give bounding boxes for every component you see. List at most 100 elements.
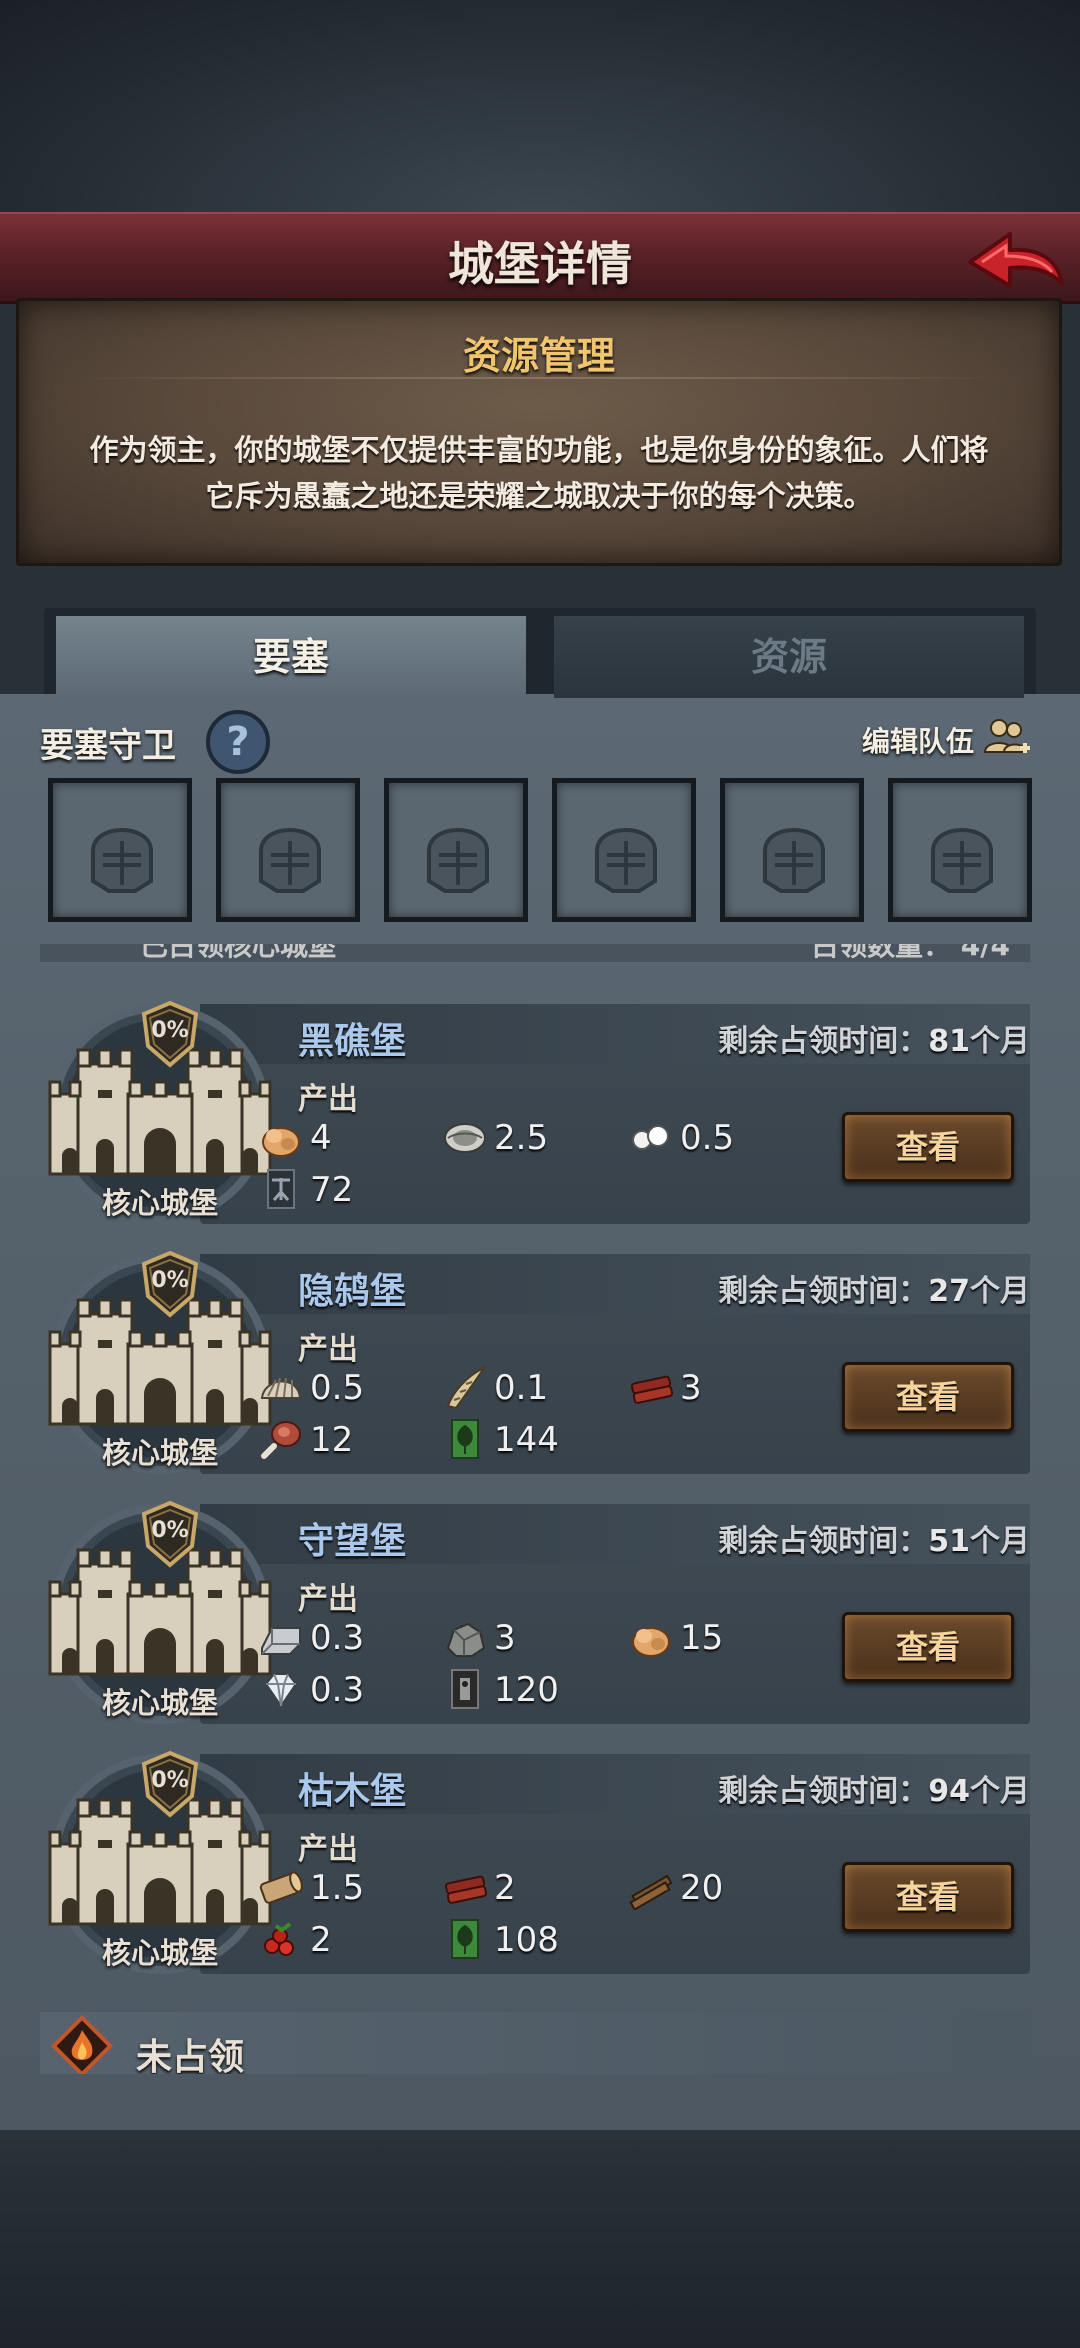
guard-slot-1[interactable] [48, 778, 192, 922]
remaining-time-unit: 个月 [970, 1024, 1030, 1059]
produce-label: 产出 [298, 1582, 358, 1617]
view-button[interactable]: 查看 [842, 1112, 1014, 1182]
resource-item: 0.5 [258, 1364, 418, 1410]
helmet-icon [259, 828, 321, 893]
banner-black-icon [267, 1169, 295, 1209]
resource-value: 3 [680, 1368, 702, 1408]
resource-item: 0.3 [258, 1614, 418, 1660]
help-icon: ? [226, 719, 250, 765]
plank-icon [629, 1874, 673, 1910]
diamond-icon [264, 1673, 298, 1708]
guard-slot-5[interactable] [720, 778, 864, 922]
resource-item: 0.3 [258, 1666, 418, 1712]
guard-title: 要塞守卫 [40, 726, 176, 766]
stone-icon [446, 1622, 486, 1657]
helmet-icon [763, 828, 825, 893]
resource-value: 2.5 [494, 1118, 549, 1158]
castle-card: 0% 核心城堡 黑礁堡 剩余占领时间：81个月 产出 4 2.5 0.5 72 … [40, 1000, 1030, 1234]
remaining-time-value: 51 [928, 1524, 970, 1559]
core-castle-label: 核心城堡 [101, 1186, 218, 1220]
helmet-icon [931, 828, 993, 893]
castle-list[interactable]: 已占领核心城堡 占领数量： 4/4 0% 核心城堡 黑礁堡 剩余占领时间：81个… [0, 944, 1080, 2074]
top-background [0, 0, 1080, 215]
unoccupied-label: 未占领 [136, 2037, 245, 2074]
intro-text: 作为领主，你的城堡不仅提供丰富的功能，也是你身份的象征。人们将它斥为愚蠢之地还是… [89, 433, 989, 513]
red-wood-icon [630, 1375, 674, 1404]
iron-ingot-icon [261, 1627, 301, 1655]
resource-value: 108 [494, 1920, 559, 1960]
castle-name: 枯木堡 [298, 1771, 407, 1812]
core-castle-label: 核心城堡 [101, 1686, 218, 1720]
red-wood-icon [444, 1875, 488, 1904]
resource-item: 0.1 [442, 1364, 602, 1410]
view-button[interactable]: 查看 [842, 1862, 1014, 1932]
resource-item: 2 [258, 1916, 418, 1962]
guard-slot-4[interactable] [552, 778, 696, 922]
fire-icon [50, 2014, 114, 2074]
log-icon [259, 1871, 303, 1904]
occupied-core-label: 已占领核心城堡 [140, 944, 337, 962]
remaining-time-unit: 个月 [970, 1274, 1030, 1309]
team-add-icon [983, 719, 1030, 753]
resource-item: 1.5 [258, 1864, 418, 1910]
resource-value: 3 [494, 1618, 516, 1658]
resource-item: 144 [442, 1416, 602, 1462]
occupation-percent: 0% [151, 1518, 189, 1543]
remaining-time-unit: 个月 [970, 1524, 1030, 1559]
occupation-percent: 0% [151, 1018, 189, 1043]
help-button[interactable]: ? [206, 710, 270, 774]
view-button[interactable]: 查看 [842, 1612, 1014, 1682]
castle-name: 隐鸫堡 [298, 1271, 407, 1312]
ore-icon [262, 1127, 300, 1157]
oyster-icon [444, 1123, 486, 1153]
header-banner: 城堡详情 [0, 212, 1080, 304]
resource-value: 20 [680, 1868, 724, 1908]
resource-value: 1.5 [310, 1868, 365, 1908]
banner-green-icon [451, 1919, 479, 1959]
edit-team-button[interactable]: 编辑队伍 [862, 719, 1032, 760]
resource-value: 2 [310, 1920, 332, 1960]
resource-value: 0.3 [310, 1670, 365, 1710]
remaining-time: 剩余占领时间：27个月 [718, 1266, 1030, 1310]
remaining-time-label: 剩余占领时间： [718, 1774, 929, 1809]
castle-card: 0% 核心城堡 枯木堡 剩余占领时间：94个月 产出 1.5 2 20 2 10… [40, 1750, 1030, 1984]
remaining-time: 剩余占领时间：94个月 [718, 1766, 1030, 1810]
resource-item: 3 [628, 1364, 788, 1410]
castle-name: 守望堡 [298, 1521, 407, 1562]
guard-slot-6[interactable] [888, 778, 1032, 922]
helmet-icon [427, 828, 489, 893]
remaining-time: 剩余占领时间：81个月 [718, 1016, 1030, 1060]
remaining-time: 剩余占领时间：51个月 [718, 1516, 1030, 1560]
pearl-icon [632, 1125, 669, 1150]
helmet-icon [91, 828, 153, 893]
remaining-time-value: 27 [928, 1274, 970, 1309]
intro-title: 资源管理 [462, 334, 615, 378]
guard-slot-3[interactable] [384, 778, 528, 922]
castle-card: 0% 核心城堡 守望堡 剩余占领时间：51个月 产出 0.3 3 15 0.3 … [40, 1500, 1030, 1734]
remaining-time-value: 81 [928, 1024, 970, 1059]
remaining-time-value: 94 [928, 1774, 970, 1809]
produce-label: 产出 [298, 1832, 358, 1867]
intro-panel: 资源管理 作为领主，你的城堡不仅提供丰富的功能，也是你身份的象征。人们将它斥为愚… [16, 298, 1062, 566]
resource-value: 120 [494, 1670, 559, 1710]
horn-icon [446, 1365, 487, 1410]
berry-icon [264, 1922, 294, 1956]
ore-icon [632, 1627, 670, 1657]
view-button[interactable]: 查看 [842, 1362, 1014, 1432]
resource-item: 12 [258, 1416, 418, 1462]
remaining-time-unit: 个月 [970, 1774, 1030, 1809]
shell-icon [260, 1377, 302, 1399]
resource-value: 0.3 [310, 1618, 365, 1658]
tab-resources[interactable]: 资源 [554, 616, 1024, 698]
castle-name: 黑礁堡 [298, 1021, 407, 1062]
resource-item: 72 [258, 1166, 418, 1212]
helmet-icon [595, 828, 657, 893]
back-arrow-icon [968, 232, 1064, 288]
resource-value: 0.5 [310, 1368, 365, 1408]
guard-slot-2[interactable] [216, 778, 360, 922]
resource-value: 4 [310, 1118, 332, 1158]
produce-label: 产出 [298, 1332, 358, 1367]
tab-fortress[interactable]: 要塞 [56, 616, 526, 698]
back-button[interactable] [960, 222, 1070, 302]
resource-item: 2.5 [442, 1114, 602, 1160]
